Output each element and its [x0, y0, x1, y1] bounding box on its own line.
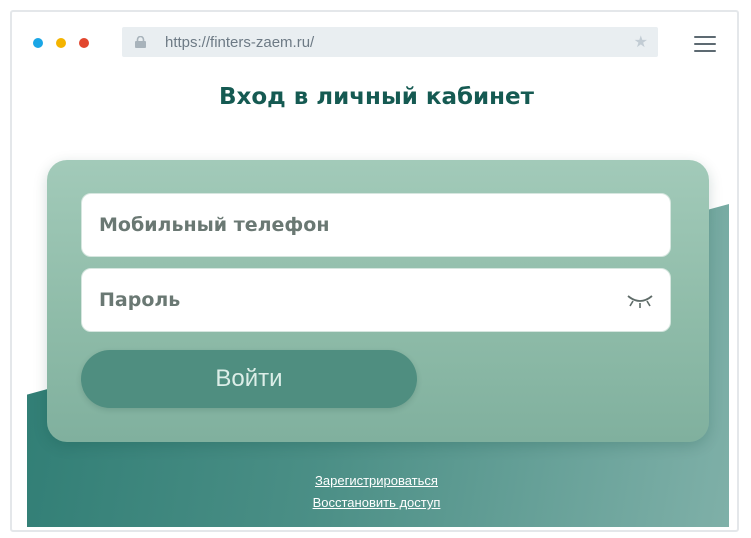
- password-field[interactable]: Пароль: [81, 268, 671, 332]
- address-bar[interactable]: https://finters-zaem.ru/ ★: [122, 27, 658, 57]
- window-dot-yellow[interactable]: [56, 38, 66, 48]
- star-icon[interactable]: ★: [634, 32, 648, 51]
- register-link[interactable]: Зарегистрироваться: [12, 473, 737, 488]
- password-placeholder: Пароль: [99, 289, 181, 311]
- phone-placeholder: Мобильный телефон: [99, 214, 330, 236]
- eye-closed-icon[interactable]: [626, 293, 654, 309]
- browser-window: https://finters-zaem.ru/ ★ Вход в личный…: [10, 10, 739, 532]
- lock-icon: [135, 36, 146, 48]
- login-button[interactable]: Войти: [81, 350, 417, 408]
- url-text[interactable]: https://finters-zaem.ru/: [165, 34, 314, 51]
- phone-field[interactable]: Мобильный телефон: [81, 193, 671, 257]
- window-dot-blue[interactable]: [33, 38, 43, 48]
- hamburger-menu-icon[interactable]: [694, 36, 716, 52]
- page-title: Вход в личный кабинет: [218, 84, 534, 110]
- window-dot-red[interactable]: [79, 38, 89, 48]
- restore-access-link[interactable]: Восстановить доступ: [12, 495, 737, 510]
- login-card: Мобильный телефон Пароль Войти: [47, 160, 709, 442]
